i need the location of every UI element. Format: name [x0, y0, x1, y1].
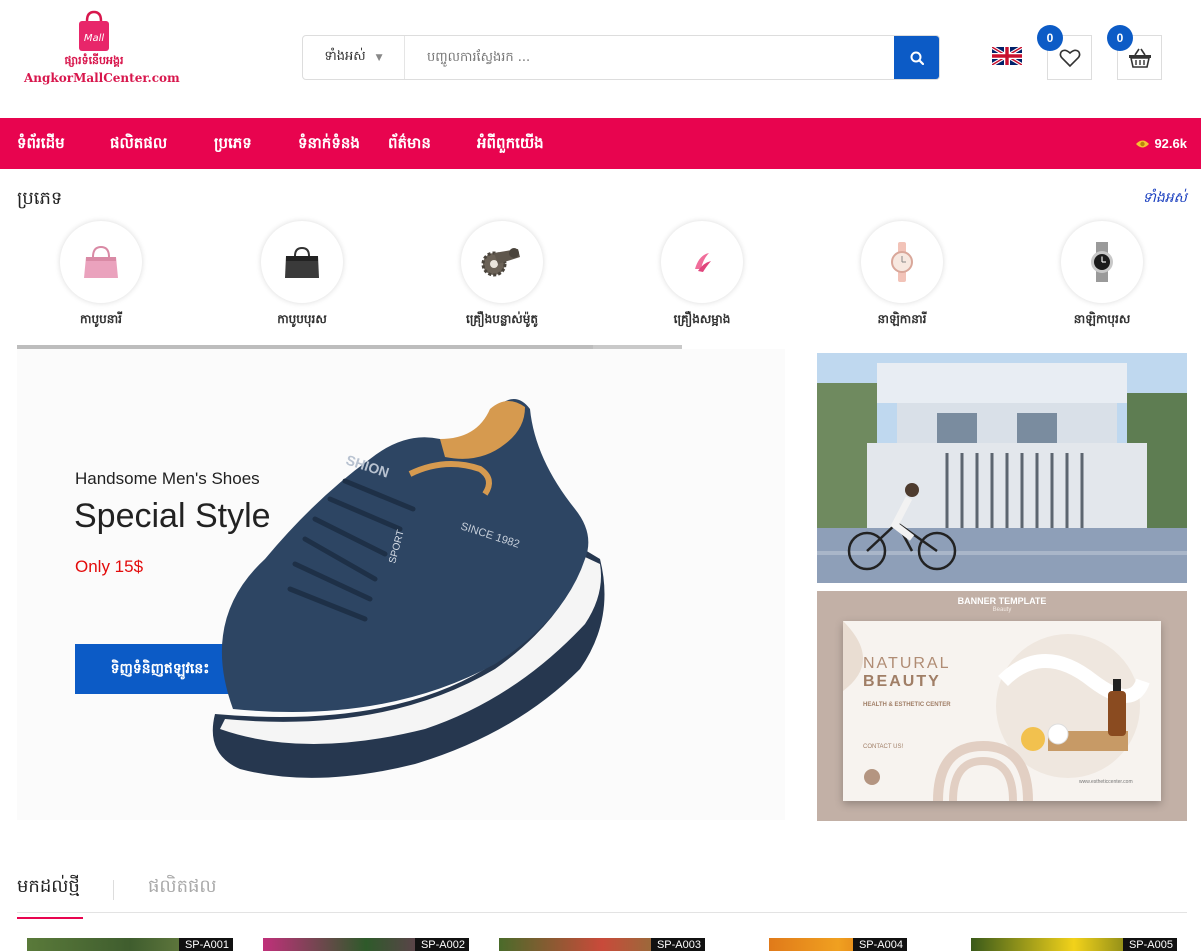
cosmetics-photo-image	[843, 621, 1150, 801]
category-label: គ្រឿងសម្អាង	[673, 312, 731, 326]
category-item-women-bags[interactable]: កាបូបនារី	[31, 221, 171, 329]
category-label: គ្រឿងបន្លាស់ម៉ូតូ	[466, 312, 538, 326]
category-circle	[261, 221, 343, 303]
sneaker-image: SINCE 1982 SPORT SHION	[212, 399, 605, 778]
hero-slider[interactable]: Handsome Men's Shoes Special Style Only …	[17, 349, 785, 820]
tab-products[interactable]: ផលិតផល	[148, 874, 217, 901]
beauty-beauty-text: BEAUTY	[863, 673, 941, 690]
nav-item-contact[interactable]: ទំនាក់ទំនង	[298, 118, 360, 169]
basket-icon	[1128, 48, 1151, 68]
wishlist-count-badge: 0	[1037, 25, 1063, 51]
nav-item-products[interactable]: ផលិតផល	[110, 118, 167, 169]
view-counter: 92.6k	[1135, 118, 1187, 169]
site-logo[interactable]: Mall ផ្សារទំនើបអង្គរ AngkorMallCenter.co…	[24, 10, 180, 90]
category-item-men-bags[interactable]: កាបូបបុរស	[232, 221, 372, 329]
beauty-banner[interactable]: BANNER TEMPLATE Beauty NATURAL BEAUTY HE…	[817, 591, 1187, 821]
nav-item-categories[interactable]: ប្រភេទ	[214, 118, 252, 169]
site-header: Mall ផ្សារទំនើបអង្គរ AngkorMallCenter.co…	[0, 0, 1201, 118]
search-category-label: ទាំងអស់	[324, 49, 366, 64]
categories-view-all-link[interactable]: ទាំងអស់	[1143, 188, 1187, 209]
category-label: កាបូបនារី	[80, 312, 122, 326]
cosmetics-icon	[695, 253, 711, 272]
product-card[interactable]: SP-A003	[499, 938, 705, 951]
eye-icon	[1136, 140, 1150, 147]
nav-item-news[interactable]: ព័ត៌មាន	[388, 118, 431, 169]
category-item-cosmetics[interactable]: គ្រឿងសម្អាង	[632, 221, 772, 329]
category-circle	[1061, 221, 1143, 303]
product-sku: SP-A003	[650, 938, 705, 951]
category-item-women-watches[interactable]: នាឡិកានារី	[832, 221, 972, 329]
search-input[interactable]	[405, 36, 894, 79]
beauty-url-text: www.estheticcenter.com	[1079, 779, 1133, 785]
wishlist-button[interactable]: 0	[1037, 25, 1092, 80]
tab-new-arrivals[interactable]: មកដល់ថ្មី	[17, 874, 80, 901]
product-sku: SP-A001	[178, 938, 233, 951]
shopping-bag-logo-icon: Mall	[79, 10, 109, 51]
categories-title: ប្រភេទ	[17, 188, 63, 209]
nav-item-about[interactable]: អំពីពួកយើង	[477, 118, 544, 169]
product-sku: SP-A005	[1122, 938, 1177, 951]
search-icon	[910, 51, 924, 65]
category-circle	[661, 221, 743, 303]
house-cyclist-image	[817, 353, 1187, 583]
beauty-health-text: HEALTH & ESTHETIC CENTER	[863, 702, 951, 708]
active-tab-indicator	[17, 917, 83, 919]
nav-item-home[interactable]: ទំព័រដើម	[17, 118, 65, 169]
women-watch-icon	[891, 242, 913, 282]
house-banner[interactable]	[817, 353, 1187, 583]
hero-price: Only 15$	[75, 557, 144, 576]
motor-sprocket-icon	[481, 248, 520, 277]
pink-handbag-icon	[84, 245, 118, 278]
product-card[interactable]: SP-A002	[263, 938, 469, 951]
beauty-banner-subheader: Beauty	[992, 607, 1012, 613]
beauty-natural-text: NATURAL	[863, 655, 951, 672]
product-card[interactable]: SP-A004	[769, 938, 907, 951]
category-label: នាឡិកាបុរស	[1073, 312, 1131, 326]
cart-button[interactable]: 0	[1107, 25, 1162, 80]
category-circle	[861, 221, 943, 303]
tab-divider	[113, 880, 114, 900]
view-count: 92.6k	[1154, 136, 1187, 151]
category-circle	[60, 221, 142, 303]
chevron-down-icon: ▼	[375, 52, 383, 63]
beauty-contact-text: CONTACT US!	[863, 744, 904, 750]
heart-icon	[1059, 49, 1080, 67]
logo-khmer-text: ផ្សារទំនើបអង្គរ	[64, 54, 124, 67]
search-bar: ទាំងអស់ ▼	[302, 35, 940, 80]
category-label: នាឡិកានារី	[877, 312, 927, 326]
logo-bag-text: Mall	[84, 33, 105, 44]
product-sku: SP-A004	[852, 938, 907, 951]
men-watch-icon	[1091, 242, 1113, 282]
category-label: កាបូបបុរស	[277, 312, 327, 326]
category-item-motor-parts[interactable]: គ្រឿងបន្លាស់ម៉ូតូ	[432, 221, 572, 329]
product-sku: SP-A002	[414, 938, 469, 951]
search-category-select[interactable]: ទាំងអស់ ▼	[303, 36, 405, 79]
main-nav: ទំព័រដើម ផលិតផល ប្រភេទ ទំនាក់ទំនង ព័ត៌មា…	[0, 118, 1201, 169]
black-briefcase-icon	[285, 246, 319, 278]
beauty-banner-card: NATURAL BEAUTY HEALTH & ESTHETIC CENTER …	[843, 621, 1161, 801]
logo-english-text: AngkorMallCenter.com	[24, 71, 180, 85]
cart-count-badge: 0	[1107, 25, 1133, 51]
product-card[interactable]: SP-A005	[971, 938, 1177, 951]
tabs-baseline	[17, 912, 1187, 913]
search-button[interactable]	[894, 36, 939, 79]
uk-flag-icon[interactable]	[992, 47, 1022, 65]
category-circle	[461, 221, 543, 303]
product-card[interactable]: SP-A001	[27, 938, 233, 951]
beauty-banner-header: BANNER TEMPLATE	[957, 596, 1047, 606]
category-item-men-watches[interactable]: នាឡិកាបុរស	[1032, 221, 1172, 329]
